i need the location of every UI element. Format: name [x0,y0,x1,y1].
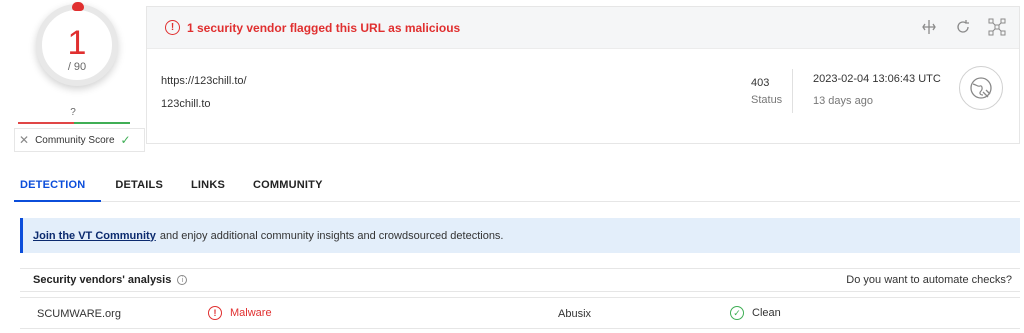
community-score-bar [18,122,130,124]
join-community-link[interactable]: Join the VT Community [33,230,156,242]
verdict-text: Clean [752,307,781,319]
alert-text: 1 security vendor flagged this URL as ma… [187,20,461,35]
score-circle: 1 / 90 [36,4,118,86]
tab-links[interactable]: LINKS [175,172,237,202]
score-total: / 90 [67,61,87,73]
community-banner: Join the VT Community and enjoy addition… [20,218,1020,253]
vendor-verdict: ✓ Clean [730,306,781,320]
info-icon[interactable]: i [177,275,188,285]
community-score-value: ? [70,107,76,118]
banner-text: and enjoy additional community insights … [159,229,504,242]
alert-bar: ! 1 security vendor flagged this URL as … [147,7,1019,49]
score-indicator-dot [72,2,84,11]
malicious-icon: ! [208,306,222,320]
url-globe-icon [959,66,1003,110]
clean-check-icon: ✓ [730,306,744,320]
status-block: 403 Status [733,69,793,113]
vote-down-icon[interactable]: ✕ [19,133,29,147]
status-code: 403 [751,77,770,89]
graph-icon[interactable] [987,17,1007,37]
score-detections: 1 [67,24,87,62]
community-score-label: Community Score [35,134,115,146]
url-text: https://123chill.to/ [161,75,247,87]
domain-text: 123chill.to [161,98,211,110]
url-summary-card: ! 1 security vendor flagged this URL as … [146,6,1020,144]
community-score-row: ✕ Community Score ✓ [14,128,145,152]
detection-score-widget: 1 / 90 ? ✕ Community Score ✓ [14,0,145,152]
automate-checks-link[interactable]: Do you want to automate checks? [846,274,1012,286]
vendors-header: Security vendors' analysis i Do you want… [20,268,1020,292]
vendor-verdict: ! Malware [208,306,272,320]
tab-detection[interactable]: DETECTION [14,172,102,202]
analysis-date: 2023-02-04 13:06:43 UTC [813,73,941,85]
verdict-text: Malware [230,307,272,319]
tab-bar: DETECTION DETAILS LINKS COMMUNITY [14,172,1020,202]
vendor-name: SCUMWARE.org [37,308,121,320]
reanalyze-icon[interactable] [953,17,973,37]
status-label: Status [751,94,783,106]
vendors-title: Security vendors' analysis [33,274,172,286]
vote-up-icon[interactable]: ✓ [121,133,131,147]
tab-details[interactable]: DETAILS [101,172,175,202]
table-row: SCUMWARE.org ! Malware Abusix ✓ Clean [20,297,1020,329]
tab-community[interactable]: COMMUNITY [237,172,335,202]
analysis-ago: 13 days ago [813,95,873,107]
alert-icon: ! [165,20,180,35]
compare-icon[interactable] [919,17,939,37]
vendor-name: Abusix [558,308,592,320]
toolbar [919,17,1007,37]
